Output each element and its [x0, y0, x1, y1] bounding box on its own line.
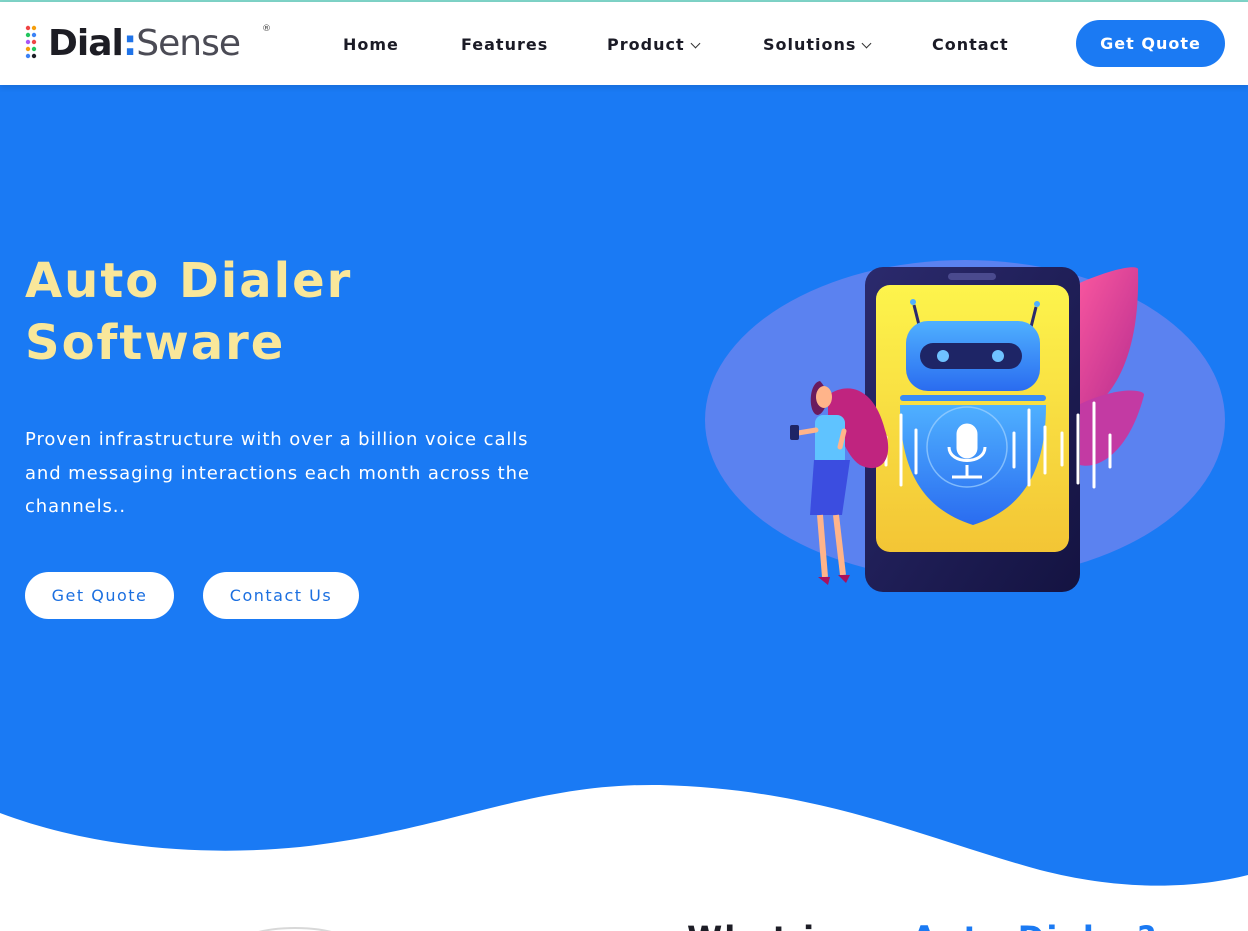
nav-features-label: Features [461, 35, 549, 54]
nav-home-label: Home [343, 35, 399, 54]
logo-sense: Sense [136, 23, 241, 64]
logo-separator: : [122, 23, 137, 64]
hero-title-line1: Auto Dialer [25, 253, 353, 309]
registered-mark: ® [262, 24, 271, 34]
hero-bottom-wave [0, 784, 1248, 931]
nav-product[interactable]: Product [607, 32, 701, 58]
chevron-down-icon [690, 38, 701, 49]
nav-features[interactable]: Features [461, 32, 548, 58]
nav-solutions-label: Solutions [763, 35, 857, 54]
next-section-image-edge [258, 927, 332, 931]
hero-section: Auto Dialer Software Proven infrastructu… [0, 85, 1248, 931]
nav-contact[interactable]: Contact [932, 32, 1009, 58]
nav-solutions[interactable]: Solutions [763, 32, 872, 58]
hero-contact-us-button[interactable]: Contact Us [203, 572, 359, 619]
dialsense-logo[interactable]: Dial:Sense ® [24, 22, 279, 66]
what-is-auto-dialer-heading: What is an Auto Dialer? [687, 918, 1158, 931]
hero-subtitle: Proven infrastructure with over a billio… [25, 429, 530, 517]
nav-home[interactable]: Home [343, 32, 399, 58]
hero-title-line2: Software [25, 315, 286, 371]
nav-product-label: Product [607, 35, 685, 54]
logo-dots-icon [25, 25, 37, 59]
site-header: Dial:Sense ® Home Features Product Solut… [0, 2, 1248, 85]
nav-contact-label: Contact [932, 35, 1009, 54]
header-get-quote-button[interactable]: Get Quote [1076, 20, 1225, 67]
chevron-down-icon [861, 38, 872, 49]
hero-title: Auto Dialer Software [25, 250, 545, 374]
logo-wordmark: Dial:Sense [48, 23, 241, 64]
hero-illustration [705, 260, 1225, 592]
heading-blue-part: Auto Dialer? [912, 919, 1158, 931]
hero-get-quote-button[interactable]: Get Quote [25, 572, 174, 619]
heading-dark-part: What is an [687, 919, 912, 931]
logo-dial: Dial [48, 23, 124, 64]
